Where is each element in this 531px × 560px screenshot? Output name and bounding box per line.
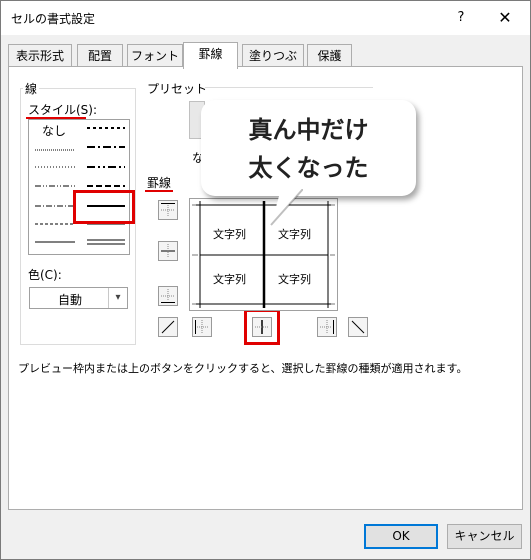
- callout-line-2: 太くなった: [248, 154, 369, 182]
- border-diagonal-down-icon: [351, 320, 365, 334]
- ok-button[interactable]: OK: [364, 524, 438, 549]
- color-value: 自動: [57, 293, 82, 307]
- callout-bubble: 真ん中だけ 太くなった: [201, 100, 416, 196]
- border-bottom-icon: [161, 289, 175, 303]
- border-top-icon: [161, 203, 175, 217]
- instruction-text: プレビュー枠内または上のボタンをクリックすると、選択した罫線の種類が適用されます…: [18, 362, 468, 375]
- help-button[interactable]: ?: [450, 7, 472, 29]
- border-right-button[interactable]: [317, 317, 337, 337]
- line-group-title: 線: [23, 80, 40, 97]
- preset-group-title: プリセット: [147, 82, 208, 96]
- tab-alignment[interactable]: 配置: [77, 44, 123, 67]
- cancel-button[interactable]: キャンセル: [447, 524, 522, 549]
- tab-border[interactable]: 罫線: [183, 42, 238, 69]
- close-button[interactable]: ✕: [494, 7, 516, 29]
- color-label: 色(C):: [28, 268, 62, 282]
- border-title-highlight: [145, 190, 173, 192]
- border-diagonal-down-button[interactable]: [348, 317, 368, 337]
- border-top-button[interactable]: [158, 200, 178, 220]
- border-inner-horizontal-button[interactable]: [158, 241, 178, 261]
- border-diagonal-up-icon: [161, 320, 175, 334]
- border-left-icon: [195, 320, 209, 334]
- callout-tail: [270, 189, 303, 226]
- format-cells-dialog: セルの書式設定 ? ✕ 表示形式 配置 フォント 罫線 塗りつぶし 保護 線 ス…: [0, 0, 531, 560]
- border-group-title: 罫線: [147, 176, 172, 190]
- tab-number-format[interactable]: 表示形式: [8, 44, 72, 67]
- preview-cell-text: 文字列: [278, 273, 311, 286]
- line-style-list[interactable]: なし: [28, 119, 130, 255]
- tab-fill[interactable]: 塗りつぶし: [242, 44, 304, 85]
- border-left-button[interactable]: [192, 317, 212, 337]
- color-dropdown[interactable]: 自動 ▾: [29, 287, 128, 309]
- style-label: スタイル(S):: [28, 103, 98, 117]
- title-bar: セルの書式設定 ? ✕: [1, 1, 530, 35]
- border-bottom-button[interactable]: [158, 286, 178, 306]
- border-right-icon: [320, 320, 334, 334]
- tab-protection[interactable]: 保護: [307, 44, 352, 67]
- border-inner-horizontal-icon: [161, 244, 175, 258]
- selected-line-style-highlight: [73, 190, 135, 224]
- dialog-title: セルの書式設定: [11, 12, 96, 26]
- line-style-samples[interactable]: [29, 120, 129, 254]
- preview-cell-text: 文字列: [213, 273, 246, 286]
- callout-line-1: 真ん中だけ: [248, 116, 369, 144]
- chevron-down-icon[interactable]: ▾: [108, 288, 127, 308]
- inner-vertical-highlight: [244, 309, 280, 345]
- tab-font[interactable]: フォント: [127, 44, 183, 67]
- preview-cell-text: 文字列: [213, 228, 246, 241]
- border-diagonal-up-button[interactable]: [158, 317, 178, 337]
- preset-divider: [205, 87, 373, 88]
